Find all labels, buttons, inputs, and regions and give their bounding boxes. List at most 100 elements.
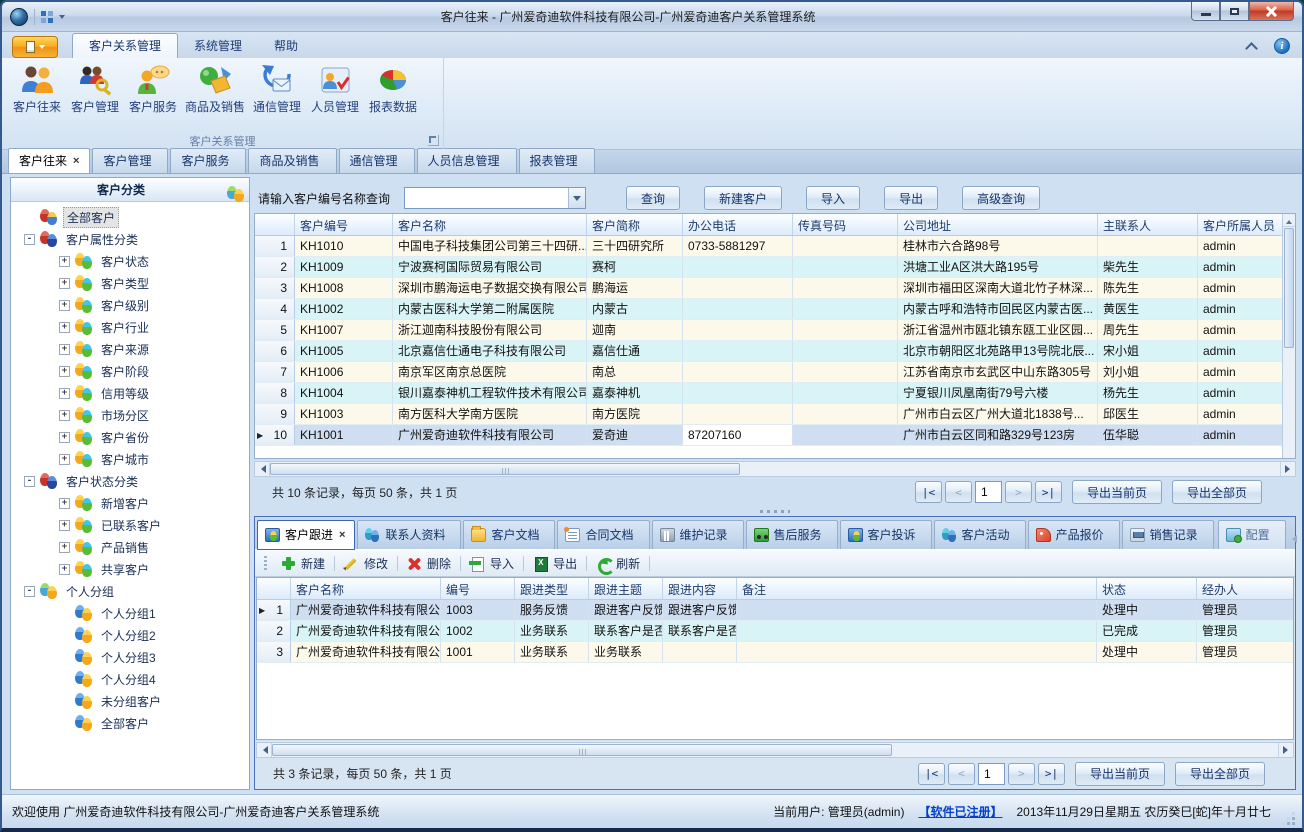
info-icon[interactable]: i (1274, 38, 1290, 54)
ribbon-button-reports[interactable]: 报表数据 (364, 62, 422, 117)
scrollbar-thumb[interactable] (1284, 228, 1294, 348)
tree-item[interactable]: 客户来源 (15, 338, 249, 360)
tree-item[interactable]: 未分组客户 (15, 690, 249, 712)
tree-item[interactable]: 信用等级 (15, 382, 249, 404)
col-main-contact[interactable]: 主联系人 (1098, 214, 1198, 235)
tree-item[interactable]: 客户级别 (15, 294, 249, 316)
application-menu-button[interactable] (12, 36, 58, 58)
minimize-button[interactable] (1191, 2, 1220, 21)
col-followup-subject[interactable]: 跟进主题 (589, 578, 663, 599)
customer-row[interactable]: 6 KH1005 北京嘉信仕通电子科技有限公司 嘉信仕通 北京市朝阳区北苑路甲1… (255, 341, 1282, 362)
customer-row[interactable]: 9 KH1003 南方医科大学南方医院 南方医院 广州市白云区广州大道北1838… (255, 404, 1282, 425)
first-page-button[interactable]: |< (915, 481, 942, 503)
toolbar-button[interactable]: 新建 (272, 552, 334, 574)
tab-close-icon[interactable]: × (339, 529, 345, 541)
search-action-button[interactable]: 高级查询 (962, 186, 1040, 210)
col-company-address[interactable]: 公司地址 (898, 214, 1098, 235)
scroll-right-icon[interactable] (1280, 462, 1295, 476)
close-button[interactable] (1249, 2, 1294, 21)
page-number-input[interactable] (975, 481, 1002, 503)
customer-row[interactable]: 8 KH1004 银川嘉泰神机工程软件技术有限公司 嘉泰神机 宁夏银川凤凰南街7… (255, 383, 1282, 404)
customers-hscrollbar[interactable] (254, 461, 1296, 477)
tree-item[interactable]: 全部客户 (15, 206, 249, 228)
ribbon-tab[interactable]: 帮助 (258, 34, 314, 58)
col-customer-code[interactable]: 客户编号 (295, 214, 393, 235)
scrollbar-thumb[interactable] (272, 744, 892, 756)
search-action-button[interactable]: 导出 (884, 186, 938, 210)
tree-item[interactable]: 客户状态 (15, 250, 249, 272)
customer-row[interactable]: 4 KH1002 内蒙古医科大学第二附属医院 内蒙古 内蒙古呼和浩特市回民区内蒙… (255, 299, 1282, 320)
ribbon-button-customer-manage[interactable]: 客户管理 (66, 62, 124, 117)
tree-item[interactable]: 客户阶段 (15, 360, 249, 382)
tree-expander-icon[interactable] (59, 498, 70, 509)
detail-tab[interactable]: 销售记录 (1122, 520, 1214, 549)
tree-expander-icon[interactable] (59, 542, 70, 553)
tree-item[interactable]: 个人分组1 (15, 602, 249, 624)
next-page-button[interactable]: > (1005, 481, 1032, 503)
last-page-button[interactable]: >| (1035, 481, 1062, 503)
app-logo-icon[interactable] (10, 8, 28, 26)
tree-item[interactable]: 个人分组4 (15, 668, 249, 690)
col-fax[interactable]: 传真号码 (793, 214, 898, 235)
tree-expander-icon[interactable] (59, 454, 70, 465)
tree-expander-icon[interactable] (59, 520, 70, 531)
document-tab[interactable]: 人员信息管理 (417, 148, 517, 173)
tree-expander-icon[interactable] (24, 586, 35, 597)
col-office-phone[interactable]: 办公电话 (683, 214, 793, 235)
ribbon-button-goods-sales[interactable]: 商品及销售 (182, 62, 248, 117)
customer-row[interactable]: 3 KH1008 深圳市鹏海运电子数据交换有限公司 鹏海运 深圳市福田区深南大道… (255, 278, 1282, 299)
toolbar-button[interactable]: 修改 (335, 552, 397, 574)
tree-item[interactable]: 个人分组2 (15, 624, 249, 646)
document-tab[interactable]: 报表管理 (519, 148, 595, 173)
combo-dropdown-button[interactable] (568, 188, 585, 208)
document-tab[interactable]: 通信管理 (339, 148, 415, 173)
col-status[interactable]: 状态 (1097, 578, 1197, 599)
detail-tab[interactable]: 联系人资料 (357, 520, 461, 549)
scroll-up-icon[interactable] (1283, 214, 1295, 227)
ribbon-button-customer-contact[interactable]: 客户往来 (8, 62, 66, 117)
tree-item[interactable]: 客户省份 (15, 426, 249, 448)
first-page-button[interactable]: |< (918, 763, 945, 785)
export-all-pages-button[interactable]: 导出全部页 (1172, 480, 1262, 504)
col-followup-content[interactable]: 跟进内容 (663, 578, 737, 599)
export-all-pages-button[interactable]: 导出全部页 (1175, 762, 1265, 786)
export-current-page-button[interactable]: 导出当前页 (1075, 762, 1165, 786)
detail-tab[interactable]: 售后服务 (746, 520, 838, 549)
tree-item[interactable]: 全部客户 (15, 712, 249, 734)
followup-hscrollbar[interactable] (256, 742, 1294, 758)
tree-item[interactable]: 客户城市 (15, 448, 249, 470)
scrollbar-thumb[interactable] (270, 463, 740, 475)
ribbon-button-communication[interactable]: 通信管理 (248, 62, 306, 117)
col-handler[interactable]: 经办人 (1197, 578, 1293, 599)
customer-row[interactable]: 2 KH1009 宁波赛柯国际贸易有限公司 赛柯 洪塘工业A区洪大路195号 柴… (255, 257, 1282, 278)
tree-expander-icon[interactable] (59, 278, 70, 289)
detail-tab[interactable]: 合同文档 (557, 520, 649, 549)
customer-row[interactable]: ▶10 KH1001 广州爱奇迪软件科技有限公司 爱奇迪 87207160 广州… (255, 425, 1282, 446)
tab-close-icon[interactable]: × (73, 155, 79, 167)
tree-item[interactable]: 市场分区 (15, 404, 249, 426)
toolbar-button[interactable]: 导入 (461, 552, 523, 574)
followup-row[interactable]: 3 广州爱奇迪软件科技有限公司 1001 业务联系 业务联系 处理中 管理员 (257, 642, 1293, 663)
followup-row[interactable]: 2 广州爱奇迪软件科技有限公司 1002 业务联系 联系客户是否... 联系客户… (257, 621, 1293, 642)
maximize-button[interactable] (1220, 2, 1249, 21)
customer-row[interactable]: 7 KH1006 南京军区南京总医院 南总 江苏省南京市玄武区中山东路305号 … (255, 362, 1282, 383)
tree-expander-icon[interactable] (59, 564, 70, 575)
tree-item[interactable]: 客户类型 (15, 272, 249, 294)
document-tab[interactable]: 商品及销售 (248, 148, 336, 173)
detail-tab[interactable]: 客户活动 (934, 520, 1026, 549)
vertical-scrollbar[interactable] (1282, 214, 1295, 458)
scroll-left-icon[interactable] (257, 743, 272, 757)
search-action-button[interactable]: 导入 (806, 186, 860, 210)
tree-expander-icon[interactable] (59, 388, 70, 399)
tree-expander-icon[interactable] (59, 344, 70, 355)
ribbon-button-customer-service[interactable]: 客户服务 (124, 62, 182, 117)
document-tab[interactable]: 客户管理 (92, 148, 168, 173)
followup-row[interactable]: ▶1 广州爱奇迪软件科技有限公司 1003 服务反馈 跟进客户反馈... 跟进客… (257, 600, 1293, 621)
tree-item[interactable]: 新增客户 (15, 492, 249, 514)
customer-row[interactable]: 5 KH1007 浙江迦南科技股份有限公司 迦南 浙江省温州市瓯北镇东瓯工业区园… (255, 320, 1282, 341)
resize-grip-icon[interactable] (1283, 813, 1296, 826)
scroll-tabs-left-icon[interactable] (1288, 535, 1297, 543)
prev-page-button[interactable]: < (948, 763, 975, 785)
col-customer-short-name[interactable]: 客户简称 (587, 214, 683, 235)
col-code[interactable]: 编号 (441, 578, 515, 599)
